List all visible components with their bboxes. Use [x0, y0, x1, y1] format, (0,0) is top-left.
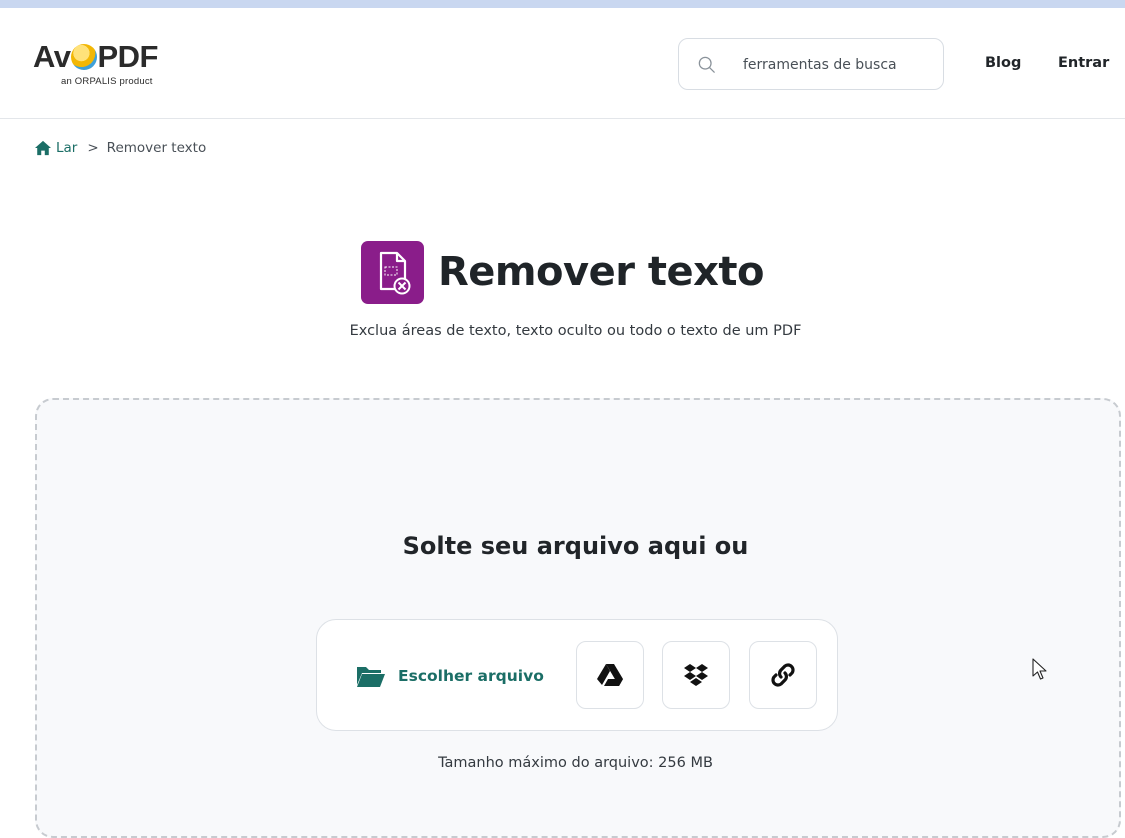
url-link-button[interactable]: [749, 641, 817, 709]
nav-blog-link[interactable]: Blog: [985, 55, 1021, 71]
avepdf-logo[interactable]: Av PDF an ORPALIS product: [33, 40, 193, 96]
breadcrumb-home-link[interactable]: Lar: [56, 140, 77, 156]
page-title: Remover texto: [437, 249, 765, 295]
dropzone-title: Solte seu arquivo aqui ou: [402, 532, 749, 560]
logo-wordmark: Av PDF: [33, 39, 158, 74]
breadcrumb: Lar > Remover texto: [34, 140, 206, 156]
folder-open-icon: [357, 667, 385, 687]
choose-file-button[interactable]: Escolher arquivo: [356, 664, 544, 688]
tool-header: Remover texto: [0, 240, 1125, 304]
home-icon[interactable]: [34, 140, 52, 156]
remove-text-icon: [360, 240, 424, 304]
breadcrumb-current: Remover texto: [106, 140, 207, 156]
choose-file-label: Escolher arquivo: [398, 667, 544, 685]
max-file-size-note: Tamanho máximo do arquivo: 256 MB: [438, 755, 713, 771]
search-icon: [698, 56, 715, 73]
tool-search-box[interactable]: [678, 38, 944, 90]
browser-top-strip: [0, 0, 1125, 8]
site-header: AvPDF an ORPALIS product Blog Entrar: [0, 8, 1125, 119]
logo-tagline: an ORPALIS product: [61, 76, 153, 87]
google-drive-button[interactable]: [576, 641, 644, 709]
link-icon: [771, 663, 795, 687]
logo-globe-icon: [71, 44, 98, 70]
mouse-pointer-icon: [1032, 658, 1047, 680]
file-dropzone[interactable]: [35, 398, 1121, 838]
upload-actions: Escolher arquivo: [316, 619, 838, 731]
google-drive-icon: [597, 664, 623, 686]
breadcrumb-separator: >: [87, 140, 99, 156]
dropbox-icon: [684, 664, 708, 686]
nav-login-link[interactable]: Entrar: [1058, 55, 1109, 71]
dropbox-button[interactable]: [662, 641, 730, 709]
page-subtitle: Exclua áreas de texto, texto oculto ou t…: [349, 323, 802, 339]
search-input[interactable]: [743, 53, 933, 77]
